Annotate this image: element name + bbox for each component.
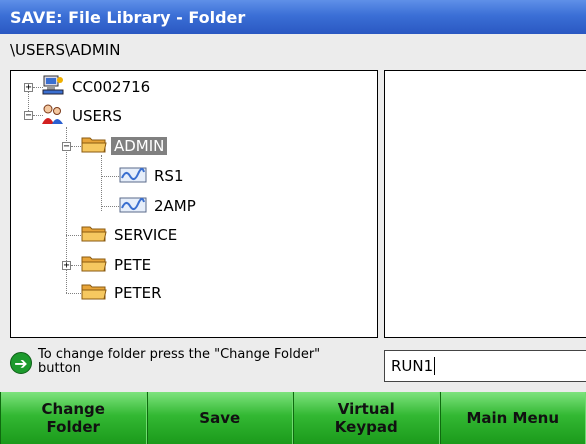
hint-message: ➔ To change folder press the "Change Fol… (10, 348, 358, 376)
text-cursor (434, 357, 436, 375)
tree-node-label: 2AMP (154, 197, 196, 215)
tree-node-users[interactable]: USERS (41, 104, 125, 128)
users-icon (41, 103, 65, 129)
filename-value: RUN1 (391, 357, 434, 375)
tree-node-label: SERVICE (114, 226, 178, 244)
tree-node-admin[interactable]: ADMIN (81, 134, 168, 158)
tree-node-pete[interactable]: PETE (81, 253, 154, 277)
tree-connector (101, 206, 121, 207)
network-computer-icon (41, 74, 65, 100)
main-menu-button[interactable]: Main Menu (439, 392, 586, 444)
collapse-users-button[interactable]: − (24, 111, 33, 121)
tree-node-label: CC002716 (72, 78, 151, 96)
folder-icon (81, 223, 107, 247)
tree-node-label: USERS (72, 107, 122, 125)
tree-connector (101, 155, 102, 211)
current-path: \USERS\ADMIN (10, 41, 121, 59)
bottom-toolbar: Change Folder Save Virtual Keypad Main M… (0, 392, 586, 444)
tree-node-rs1[interactable]: RS1 (119, 164, 187, 188)
folder-icon (81, 253, 107, 277)
tree-node-computer[interactable]: CC002716 (41, 75, 153, 99)
waveform-file-icon (119, 164, 147, 188)
expand-pete-button[interactable]: + (62, 261, 71, 271)
tree-node-peter[interactable]: PETER (81, 281, 165, 305)
folder-icon (81, 281, 107, 305)
tree-node-service[interactable]: SERVICE (81, 223, 180, 247)
filename-input[interactable]: RUN1 (384, 350, 586, 382)
waveform-file-icon (119, 194, 147, 218)
folder-open-icon (81, 134, 107, 158)
hint-text: To change folder press the "Change Folde… (38, 347, 321, 376)
tree-node-label: PETE (114, 256, 152, 274)
collapse-admin-button[interactable]: − (62, 142, 71, 152)
tree-connector (101, 176, 121, 177)
tree-node-label: PETER (114, 284, 162, 302)
virtual-keypad-button[interactable]: Virtual Keypad (293, 392, 440, 444)
window-title: SAVE: File Library - Folder (0, 0, 586, 34)
change-folder-button[interactable]: Change Folder (0, 392, 147, 444)
tree-node-2amp[interactable]: 2AMP (119, 194, 199, 218)
tree-node-label: ADMIN (111, 137, 168, 155)
arrow-right-icon: ➔ (10, 352, 32, 374)
expand-computer-button[interactable]: + (24, 83, 33, 93)
folder-tree[interactable]: + − − + CC002716 USERS ADMIN RS1 2AMP SE… (10, 70, 378, 338)
save-button[interactable]: Save (146, 392, 293, 444)
file-preview-panel (384, 70, 586, 338)
tree-node-label: RS1 (154, 167, 184, 185)
